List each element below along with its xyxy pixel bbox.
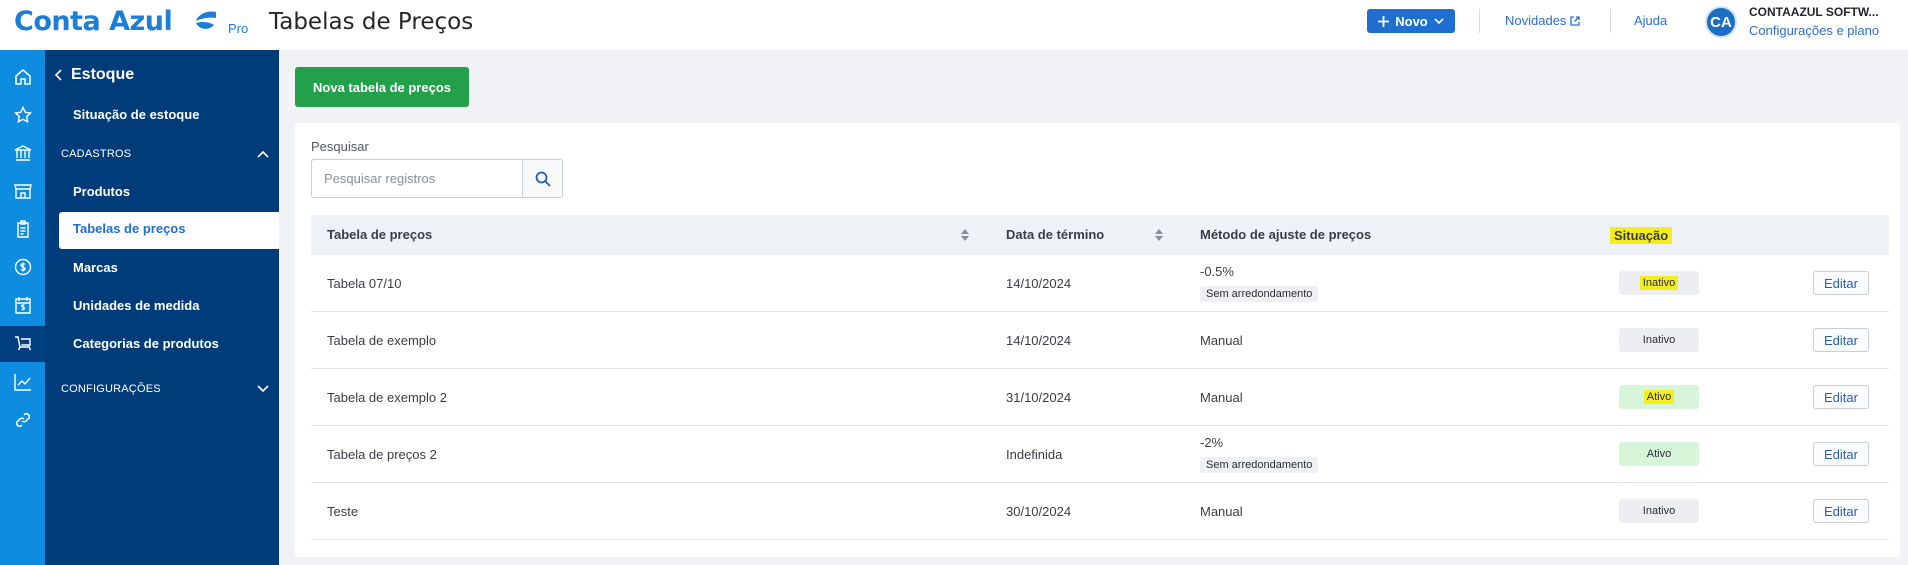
rounding-tag: Sem arredondamento xyxy=(1200,457,1319,473)
status-label: Inativo xyxy=(1639,276,1679,290)
plan-settings-link[interactable]: Configurações e plano xyxy=(1749,23,1879,38)
row-method: -0.5% xyxy=(1200,264,1234,279)
submenu: Estoque Situação de estoque CADASTROS Pr… xyxy=(45,50,279,565)
section-cadastros-label: CADASTROS xyxy=(61,148,132,160)
sort-icon[interactable] xyxy=(1154,228,1164,242)
submenu-title: Estoque xyxy=(71,66,135,83)
status-badge: Ativo xyxy=(1619,385,1699,409)
status-badge: Inativo xyxy=(1619,328,1699,352)
news-link[interactable]: Novidades xyxy=(1505,13,1581,28)
section-cadastros-toggle[interactable]: CADASTROS xyxy=(61,148,269,160)
edit-button[interactable]: Editar xyxy=(1813,328,1869,352)
brand-mark-icon xyxy=(196,11,216,29)
row-method: -2% xyxy=(1200,435,1224,450)
row-method: Manual xyxy=(1200,333,1243,348)
divider xyxy=(1610,9,1611,33)
news-link-label: Novidades xyxy=(1505,13,1567,28)
new-price-table-button[interactable]: Nova tabela de preços xyxy=(295,67,469,107)
column-header-method: Método de ajuste de preços xyxy=(1200,227,1372,242)
column-header-end-date[interactable]: Data de término xyxy=(1006,227,1104,242)
edit-button[interactable]: Editar xyxy=(1813,442,1869,466)
table-row: Tabela de exemplo 14/10/2024 Manual Inat… xyxy=(311,312,1889,369)
column-header-name[interactable]: Tabela de preços xyxy=(327,227,432,242)
section-config-toggle[interactable]: CONFIGURAÇÕES xyxy=(61,383,269,395)
search-icon xyxy=(535,171,551,187)
row-end-date: Indefinida xyxy=(1006,447,1063,462)
row-end-date: 14/10/2024 xyxy=(1006,333,1072,348)
sort-icon[interactable] xyxy=(960,228,970,242)
search-label: Pesquisar xyxy=(311,139,369,154)
submenu-item-units[interactable]: Unidades de medida xyxy=(73,298,199,313)
submenu-back-button[interactable]: Estoque xyxy=(55,66,134,84)
row-end-date: 31/10/2024 xyxy=(1006,390,1072,405)
submenu-item-price-tables[interactable]: Tabelas de preços xyxy=(59,212,279,249)
search-button[interactable] xyxy=(522,160,562,197)
search-box xyxy=(311,159,563,198)
status-label: Ativo xyxy=(1643,390,1675,404)
edit-button[interactable]: Editar xyxy=(1813,271,1869,295)
store-icon[interactable] xyxy=(0,173,45,209)
submenu-item-categories[interactable]: Categorias de produtos xyxy=(73,336,219,351)
section-config-label: CONFIGURAÇÕES xyxy=(61,383,161,395)
calendar-dollar-icon[interactable] xyxy=(0,287,45,323)
row-method: Manual xyxy=(1200,504,1243,519)
top-bar: Conta Azul Pro Tabelas de Preços Novo No… xyxy=(0,0,1908,50)
status-badge: Inativo xyxy=(1619,271,1699,295)
page-title: Tabelas de Preços xyxy=(269,9,474,35)
edit-button[interactable]: Editar xyxy=(1813,385,1869,409)
cart-icon[interactable] xyxy=(0,326,45,362)
table-row: Teste 30/10/2024 Manual Inativo Editar xyxy=(311,483,1889,540)
table-row: Tabela 07/10 14/10/2024 -0.5% Sem arredo… xyxy=(311,255,1889,312)
table-row: Tabela de preços 2 Indefinida -2% Sem ar… xyxy=(311,426,1889,483)
chart-icon[interactable] xyxy=(0,364,45,400)
chevron-down-icon xyxy=(257,385,269,393)
row-method: Manual xyxy=(1200,390,1243,405)
table-header: Tabela de preços Data de término Método … xyxy=(311,215,1889,255)
chevron-up-icon xyxy=(257,150,269,158)
brand-logo[interactable]: Conta Azul xyxy=(14,6,173,37)
help-link[interactable]: Ajuda xyxy=(1634,13,1667,28)
row-name: Teste xyxy=(327,504,359,519)
plus-icon xyxy=(1378,15,1390,27)
company-name: CONTAAZUL SOFTW... xyxy=(1749,5,1879,19)
new-button-label: Novo xyxy=(1395,13,1428,29)
row-end-date: 14/10/2024 xyxy=(1006,276,1072,291)
clipboard-icon[interactable] xyxy=(0,211,45,247)
submenu-item-products[interactable]: Produtos xyxy=(73,184,130,199)
link-icon[interactable] xyxy=(0,402,45,438)
external-link-icon xyxy=(1570,15,1581,26)
rounding-tag: Sem arredondamento xyxy=(1200,286,1319,302)
column-header-status: Situação xyxy=(1610,227,1673,244)
status-badge: Inativo xyxy=(1619,499,1699,523)
status-badge: Ativo xyxy=(1619,442,1699,466)
avatar[interactable]: CA xyxy=(1705,6,1737,38)
submenu-item-brands[interactable]: Marcas xyxy=(73,260,118,275)
chevron-down-icon xyxy=(1434,17,1444,24)
edit-button[interactable]: Editar xyxy=(1813,499,1869,523)
row-name: Tabela de preços 2 xyxy=(327,447,437,462)
dollar-icon[interactable] xyxy=(0,249,45,285)
bank-icon[interactable] xyxy=(0,135,45,171)
row-end-date: 30/10/2024 xyxy=(1006,504,1072,519)
star-icon[interactable] xyxy=(0,97,45,133)
divider xyxy=(1479,9,1480,33)
row-name: Tabela de exemplo 2 xyxy=(327,390,447,405)
new-button[interactable]: Novo xyxy=(1367,9,1455,33)
icon-rail xyxy=(0,50,45,565)
chevron-left-icon xyxy=(55,69,62,81)
home-icon[interactable] xyxy=(0,59,45,95)
submenu-item-stock-status[interactable]: Situação de estoque xyxy=(73,107,199,122)
search-input[interactable] xyxy=(312,160,523,197)
row-name: Tabela 07/10 xyxy=(327,276,402,291)
row-name: Tabela de exemplo xyxy=(327,333,437,348)
brand-tier: Pro xyxy=(228,21,249,36)
table-row: Tabela de exemplo 2 31/10/2024 Manual At… xyxy=(311,369,1889,426)
